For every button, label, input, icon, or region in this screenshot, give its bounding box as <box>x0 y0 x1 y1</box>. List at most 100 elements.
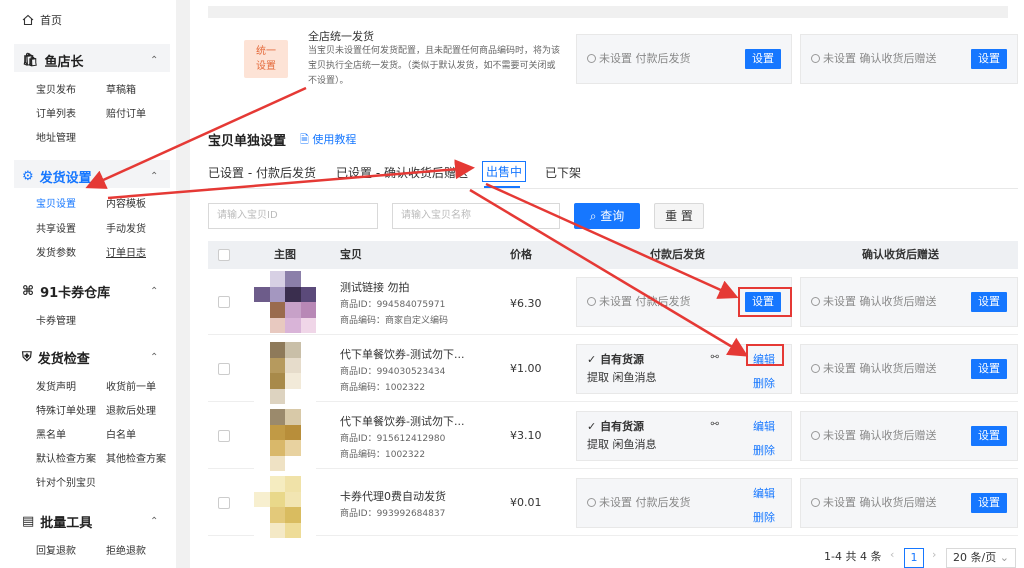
sidebar-item-order-log[interactable]: 订单日志 <box>106 244 146 259</box>
tab-active-indicator <box>484 186 520 188</box>
radio-icon <box>811 364 820 373</box>
after-confirm-set-button[interactable]: 设置 <box>971 292 1007 312</box>
chevron-down-icon: ⌄ <box>999 551 1009 564</box>
after-confirm-cell: 未设置 确认收货后赠送 设置 <box>800 478 1018 528</box>
tutorial-link[interactable]: 🗎︎ 使用教程 <box>300 131 356 150</box>
sidebar-item-share[interactable]: 共享设置 <box>36 220 76 235</box>
sidebar-item-default-plan[interactable]: 默认检查方案 <box>36 450 96 465</box>
group-batch[interactable]: ▤ 批量工具 ⌃ <box>22 512 158 531</box>
sidebar-item-reply-refund[interactable]: 回复退款 <box>36 542 76 557</box>
row-checkbox[interactable] <box>218 497 230 509</box>
after-confirm-set-button[interactable]: 设置 <box>971 493 1007 513</box>
page-size-label: 20 条/页 <box>953 551 997 564</box>
select-all-checkbox[interactable] <box>218 249 230 261</box>
group-batch-title: 批量工具 <box>40 516 93 531</box>
query-button[interactable]: ⌕ 查询 <box>574 203 640 229</box>
page-size-select[interactable]: 20 条/页 ⌄ <box>946 548 1016 568</box>
delete-link[interactable]: 删除 <box>753 509 775 525</box>
group-delivery[interactable]: ⚙ 发货设置 ⌃ <box>22 167 158 186</box>
edit-link[interactable]: 编辑 <box>753 418 775 434</box>
after-pay-sub: 提取 闲鱼消息 <box>587 371 657 384</box>
sidebar-item-blacklist[interactable]: 黑名单 <box>36 426 66 441</box>
delete-link[interactable]: 删除 <box>753 375 775 391</box>
group-shop-title: 鱼店长 <box>44 55 84 70</box>
sidebar-item-before-receive[interactable]: 收货前一单 <box>106 378 156 393</box>
sidebar-item-statement[interactable]: 发货声明 <box>36 378 76 393</box>
sidebar-item-reject-refund[interactable]: 拒绝退款 <box>106 542 146 557</box>
grid-icon: ⌘ <box>22 284 35 299</box>
sidebar-scrollbar[interactable] <box>176 0 190 568</box>
page-number[interactable]: 1 <box>904 548 924 568</box>
table-row: 卡券代理0费自动发货 商品ID：993992684837 ¥0.01 未设置 付… <box>208 470 1018 538</box>
gear-icon: ⚙ <box>22 169 34 184</box>
product-code: 商品编码：1002322 <box>340 450 426 460</box>
group-delivery-title: 发货设置 <box>39 171 92 186</box>
tab-after-pay[interactable]: 已设置 - 付款后发货 <box>208 164 316 181</box>
shield-icon: ⛨ <box>22 350 32 365</box>
sidebar-item-item-settings[interactable]: 宝贝设置 <box>36 195 76 210</box>
sidebar-item-specific[interactable]: 针对个别宝贝 <box>36 474 96 489</box>
sidebar-item-special[interactable]: 特殊订单处理 <box>36 402 96 417</box>
sidebar-item-coupon-manage[interactable]: 卡券管理 <box>36 312 76 327</box>
check-circle-icon: ✓ <box>587 420 597 433</box>
search-icon: ⌕ <box>589 209 597 223</box>
after-confirm-set-button[interactable]: 设置 <box>971 359 1007 379</box>
tab-on-sale[interactable]: 出售中 <box>482 161 527 182</box>
sidebar-item-content-template[interactable]: 内容模板 <box>106 195 146 210</box>
header-price: 价格 <box>510 248 532 261</box>
product-code: 商品编码：商家自定义编码 <box>340 316 449 326</box>
unify-confirm-box: 未设置 确认收货后赠送 设置 <box>800 34 1018 84</box>
header-after-pay: 付款后发货 <box>650 248 705 261</box>
unify-confirm-set-button[interactable]: 设置 <box>971 49 1007 69</box>
tab-after-confirm[interactable]: 已设置 - 确认收货后赠送 <box>336 164 468 181</box>
sidebar-item-drafts[interactable]: 草稿箱 <box>106 81 136 96</box>
item-name-input[interactable]: 请输入宝贝名称 <box>392 203 560 229</box>
group-check-title: 发货检查 <box>37 352 90 367</box>
after-confirm-cell: 未设置 确认收货后赠送 设置 <box>800 344 1018 394</box>
sidebar-item-params[interactable]: 发货参数 <box>36 244 76 259</box>
tab-off-shelf[interactable]: 已下架 <box>545 164 581 181</box>
query-label: 查询 <box>600 209 625 223</box>
edit-link[interactable]: 编辑 <box>753 485 775 501</box>
unify-tag-text: 统一设置 <box>256 46 276 72</box>
chevron-up-icon: ⌃ <box>150 171 159 182</box>
sidebar-item-publish[interactable]: 宝贝发布 <box>36 81 76 96</box>
sidebar-item-other-plan[interactable]: 其他检查方案 <box>106 450 166 465</box>
delete-link[interactable]: 删除 <box>753 442 775 458</box>
row-checkbox[interactable] <box>218 430 230 442</box>
after-confirm-set-button[interactable]: 设置 <box>971 426 1007 446</box>
product-price: ¥0.01 <box>510 496 542 509</box>
next-page-icon[interactable]: › <box>932 548 936 561</box>
reset-button[interactable]: 重 置 <box>654 203 704 229</box>
pager-summary: 1-4 共 4 条 <box>824 550 882 563</box>
sidebar-item-refund-after[interactable]: 退款后处理 <box>106 402 156 417</box>
link-icon[interactable]: ⚯ <box>711 352 719 363</box>
tutorial-label: 使用教程 <box>312 133 357 146</box>
group-coupon[interactable]: ⌘ 91卡券仓库 ⌃ <box>22 282 158 301</box>
header-item: 宝贝 <box>340 248 362 261</box>
sidebar-item-compensation[interactable]: 赔付订单 <box>106 105 146 120</box>
product-thumbnail <box>254 409 316 471</box>
sidebar-item-orders[interactable]: 订单列表 <box>36 105 76 120</box>
product-name: 测试链接 勿拍 <box>340 281 410 294</box>
chevron-up-icon: ⌃ <box>150 55 159 66</box>
item-id-input[interactable]: 请输入宝贝ID <box>208 203 378 229</box>
product-price: ¥1.00 <box>510 362 542 375</box>
after-confirm-status: 未设置 确认收货后赠送 <box>823 362 937 375</box>
home-label: 首页 <box>40 14 62 27</box>
sidebar-home[interactable]: 首页 <box>22 12 62 28</box>
row-checkbox[interactable] <box>218 296 230 308</box>
sidebar-item-manual[interactable]: 手动发货 <box>106 220 146 235</box>
group-shop[interactable]: 🛍︎ 鱼店长 ⌃ <box>22 51 158 70</box>
unify-after-pay-set-button[interactable]: 设置 <box>745 49 781 69</box>
unify-description: 当宝贝未设置任何发货配置，且未配置任何商品编码时，将为该宝贝执行全店统一发货。（… <box>308 46 561 86</box>
prev-page-icon[interactable]: ‹ <box>890 548 894 561</box>
link-icon[interactable]: ⚯ <box>711 419 719 430</box>
unify-title: 全店统一发货 <box>308 30 374 43</box>
sidebar-item-whitelist[interactable]: 白名单 <box>106 426 136 441</box>
sidebar-item-address[interactable]: 地址管理 <box>36 129 76 144</box>
after-pay-cell: ✓ 自有货源 提取 闲鱼消息 ⚯ 编辑 删除 <box>576 411 792 461</box>
row-checkbox[interactable] <box>218 363 230 375</box>
product-id: 商品ID：993992684837 <box>340 509 446 519</box>
group-check[interactable]: ⛨ 发货检查 ⌃ <box>22 348 158 367</box>
